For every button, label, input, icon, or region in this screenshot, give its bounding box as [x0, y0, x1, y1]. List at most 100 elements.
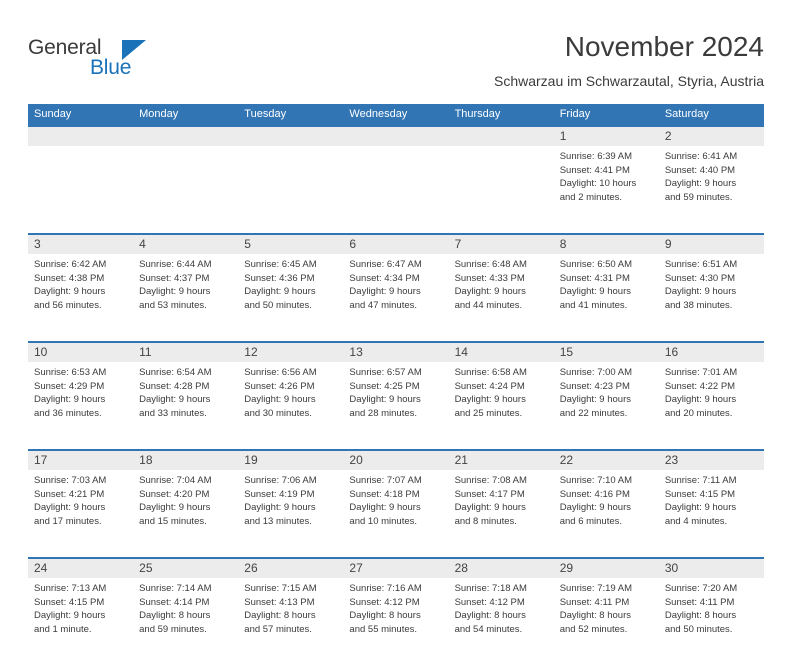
daylight-line1: Daylight: 9 hours	[664, 178, 737, 189]
daylight-line1: Daylight: 9 hours	[139, 394, 211, 405]
day-info: Sunrise: 7:07 AM Sunset: 4:18 PM Dayligh…	[343, 470, 448, 528]
day-cell[interactable]: Sunrise: 6:58 AM Sunset: 4:24 PM Dayligh…	[449, 362, 554, 449]
daylight-line1: Daylight: 8 hours	[349, 610, 421, 621]
sunset-text: Sunset: 4:15 PM	[664, 488, 736, 500]
day-number: 27	[349, 561, 363, 575]
day-cell[interactable]: Sunrise: 7:20 AM Sunset: 4:11 PM Dayligh…	[659, 578, 764, 665]
day-cell[interactable]: Sunrise: 7:11 AM Sunset: 4:15 PM Dayligh…	[659, 470, 764, 557]
day-info: Sunrise: 6:47 AM Sunset: 4:34 PM Dayligh…	[343, 254, 448, 312]
day-cell[interactable]: Sunrise: 6:47 AM Sunset: 4:34 PM Dayligh…	[343, 254, 448, 341]
day-cell[interactable]: Sunrise: 7:01 AM Sunset: 4:22 PM Dayligh…	[659, 362, 764, 449]
day-number	[449, 127, 554, 146]
day-cell[interactable]: Sunrise: 6:39 AM Sunset: 4:41 PM Dayligh…	[554, 146, 659, 233]
day-cell[interactable]: Sunrise: 7:03 AM Sunset: 4:21 PM Dayligh…	[28, 470, 133, 557]
day-number: 7	[454, 237, 462, 251]
generalblue-logo[interactable]: General Blue	[28, 36, 208, 88]
day-cell[interactable]: Sunrise: 7:19 AM Sunset: 4:11 PM Dayligh…	[554, 578, 659, 665]
day-cell[interactable]: Sunrise: 7:04 AM Sunset: 4:20 PM Dayligh…	[133, 470, 238, 557]
day-cell[interactable]: Sunrise: 7:16 AM Sunset: 4:12 PM Dayligh…	[343, 578, 448, 665]
day-cell[interactable]	[449, 146, 554, 233]
weekday-header-friday: Friday	[559, 108, 591, 120]
day-number: 9	[664, 237, 672, 251]
day-cell[interactable]: Sunrise: 7:14 AM Sunset: 4:14 PM Dayligh…	[133, 578, 238, 665]
day-number: 18	[139, 453, 153, 467]
day-number: 28	[454, 561, 468, 575]
day-cell[interactable]	[238, 146, 343, 233]
day-number	[133, 127, 238, 146]
daylight-line1: Daylight: 8 hours	[139, 610, 211, 621]
daylight-line2: and 53 minutes.	[139, 299, 207, 311]
day-cell[interactable]: Sunrise: 6:53 AM Sunset: 4:29 PM Dayligh…	[28, 362, 133, 449]
calendar-page: General Blue November 2024 Schwarzau im …	[0, 0, 792, 635]
sunrise-text: Sunrise: 6:56 AM	[244, 367, 317, 378]
day-number: 1	[559, 129, 567, 143]
day-number: 22	[559, 453, 574, 467]
daylight-line2: and 28 minutes.	[349, 407, 418, 419]
sunset-text: Sunset: 4:25 PM	[349, 380, 420, 392]
day-cell[interactable]: Sunrise: 7:15 AM Sunset: 4:13 PM Dayligh…	[238, 578, 343, 665]
daylight-line2: and 44 minutes.	[454, 299, 523, 311]
day-cell[interactable]: Sunrise: 7:08 AM Sunset: 4:17 PM Dayligh…	[449, 470, 554, 557]
day-number-band: 24 25 26 27 28 29 30	[28, 559, 764, 578]
daylight-line2: and 38 minutes.	[664, 299, 733, 311]
day-number: 17	[34, 453, 48, 467]
daylight-line1: Daylight: 9 hours	[244, 286, 316, 297]
day-cell[interactable]: Sunrise: 6:51 AM Sunset: 4:30 PM Dayligh…	[659, 254, 764, 341]
day-cell[interactable]: Sunrise: 7:18 AM Sunset: 4:12 PM Dayligh…	[449, 578, 554, 665]
day-cell[interactable]: Sunrise: 7:00 AM Sunset: 4:23 PM Dayligh…	[554, 362, 659, 449]
day-cell[interactable]: Sunrise: 6:57 AM Sunset: 4:25 PM Dayligh…	[343, 362, 448, 449]
sunset-text: Sunset: 4:30 PM	[664, 272, 736, 284]
daylight-line1: Daylight: 9 hours	[454, 286, 526, 297]
day-info	[343, 146, 448, 150]
day-cell[interactable]: Sunrise: 6:44 AM Sunset: 4:37 PM Dayligh…	[133, 254, 238, 341]
sunset-text: Sunset: 4:12 PM	[454, 596, 525, 608]
daylight-line2: and 15 minutes.	[139, 515, 207, 527]
sunrise-text: Sunrise: 7:03 AM	[34, 475, 107, 486]
day-cell[interactable]: Sunrise: 6:41 AM Sunset: 4:40 PM Dayligh…	[659, 146, 764, 233]
daylight-line2: and 36 minutes.	[34, 407, 102, 419]
page-header: General Blue November 2024 Schwarzau im …	[0, 0, 792, 100]
day-info: Sunrise: 6:53 AM Sunset: 4:29 PM Dayligh…	[28, 362, 133, 420]
day-info: Sunrise: 6:44 AM Sunset: 4:37 PM Dayligh…	[133, 254, 238, 312]
sunrise-text: Sunrise: 7:13 AM	[34, 583, 107, 594]
day-cell[interactable]: Sunrise: 6:48 AM Sunset: 4:33 PM Dayligh…	[449, 254, 554, 341]
sunrise-text: Sunrise: 7:07 AM	[349, 475, 422, 486]
daylight-line1: Daylight: 9 hours	[139, 502, 211, 513]
day-number: 15	[559, 345, 574, 359]
sunrise-text: Sunrise: 7:16 AM	[349, 583, 422, 594]
day-cell[interactable]: Sunrise: 7:10 AM Sunset: 4:16 PM Dayligh…	[554, 470, 659, 557]
day-info: Sunrise: 7:13 AM Sunset: 4:15 PM Dayligh…	[28, 578, 133, 636]
weekday-header-thursday: Thursday	[454, 108, 501, 120]
daylight-line1: Daylight: 9 hours	[664, 394, 737, 405]
daylight-line2: and 8 minutes.	[454, 515, 517, 527]
page-title: November 2024	[564, 31, 764, 62]
day-cell[interactable]: Sunrise: 6:42 AM Sunset: 4:38 PM Dayligh…	[28, 254, 133, 341]
sunset-text: Sunset: 4:34 PM	[349, 272, 420, 284]
day-cell[interactable]	[343, 146, 448, 233]
day-cell[interactable]: Sunrise: 7:06 AM Sunset: 4:19 PM Dayligh…	[238, 470, 343, 557]
day-number: 20	[349, 453, 363, 467]
day-cell[interactable]	[28, 146, 133, 233]
day-info: Sunrise: 6:39 AM Sunset: 4:41 PM Dayligh…	[554, 146, 659, 204]
sunrise-text: Sunrise: 6:57 AM	[349, 367, 422, 378]
sunset-text: Sunset: 4:40 PM	[664, 164, 736, 176]
day-cell[interactable]: Sunrise: 6:45 AM Sunset: 4:36 PM Dayligh…	[238, 254, 343, 341]
day-info: Sunrise: 7:16 AM Sunset: 4:12 PM Dayligh…	[343, 578, 448, 636]
day-cell[interactable]: Sunrise: 6:50 AM Sunset: 4:31 PM Dayligh…	[554, 254, 659, 341]
day-cell[interactable]: Sunrise: 7:07 AM Sunset: 4:18 PM Dayligh…	[343, 470, 448, 557]
sunrise-text: Sunrise: 7:11 AM	[664, 475, 737, 486]
sunset-text: Sunset: 4:23 PM	[559, 380, 630, 392]
day-number: 29	[559, 561, 574, 575]
sunrise-text: Sunrise: 6:48 AM	[454, 259, 527, 270]
day-info: Sunrise: 7:10 AM Sunset: 4:16 PM Dayligh…	[554, 470, 659, 528]
sunrise-text: Sunrise: 7:19 AM	[559, 583, 633, 594]
day-cell[interactable]: Sunrise: 7:13 AM Sunset: 4:15 PM Dayligh…	[28, 578, 133, 665]
daylight-line1: Daylight: 9 hours	[454, 502, 526, 513]
day-number: 19	[244, 453, 258, 467]
sunrise-text: Sunrise: 6:39 AM	[559, 151, 633, 162]
sunrise-text: Sunrise: 6:47 AM	[349, 259, 422, 270]
day-cell[interactable]: Sunrise: 6:56 AM Sunset: 4:26 PM Dayligh…	[238, 362, 343, 449]
day-cell[interactable]: Sunrise: 6:54 AM Sunset: 4:28 PM Dayligh…	[133, 362, 238, 449]
day-cell[interactable]	[133, 146, 238, 233]
day-info: Sunrise: 6:45 AM Sunset: 4:36 PM Dayligh…	[238, 254, 343, 312]
